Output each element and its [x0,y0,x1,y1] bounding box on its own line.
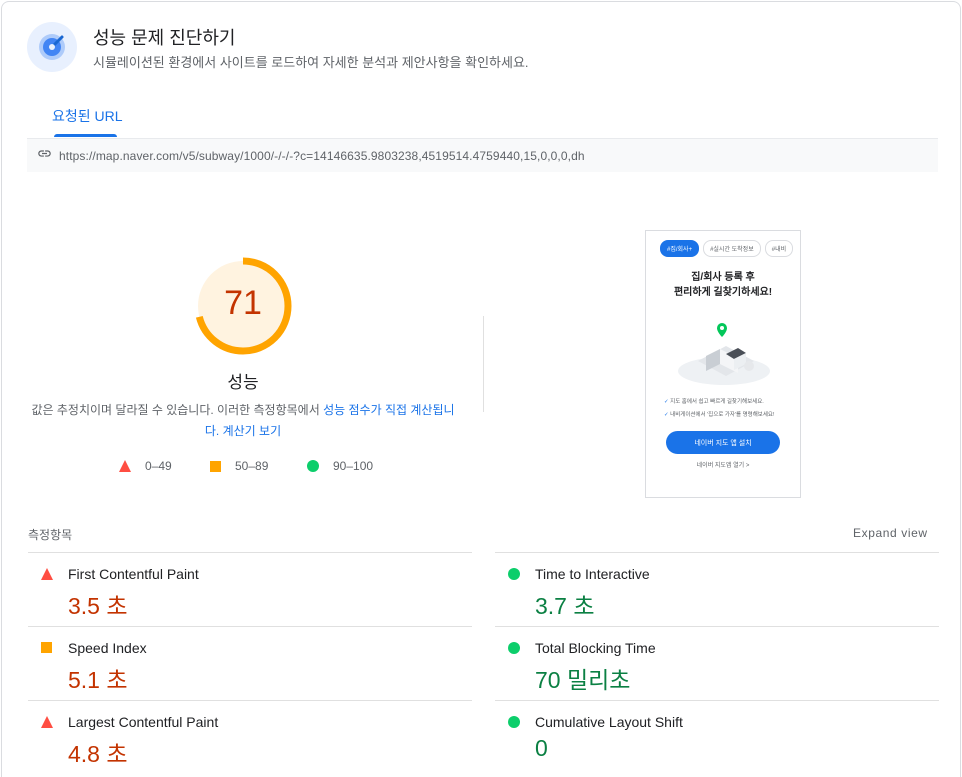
metric-name: First Contentful Paint [68,566,199,582]
screenshot-check-item: ✓ 지도 홈에서 쉽고 빠르게 길찾기해보세요. [664,399,764,405]
screenshot-check-text: 지도 홈에서 쉽고 빠르게 길찾기해보세요. [670,399,764,405]
legend-average-range: 50–89 [235,459,269,473]
legend-fail: 0–49 [119,459,172,473]
active-tab-indicator [54,134,117,137]
screenshot-install-button: 네이버 지도 앱 설치 [666,431,780,454]
metrics-title: 측정항목 [28,528,73,542]
page-title: 성능 문제 진단하기 [93,28,236,48]
metric-value: 3.7 초 [535,593,595,619]
screenshot-check-item: ✓ 내비게이션에서 '집으로 가자'를 명령해보세요! [664,412,775,418]
red-triangle-icon [41,568,53,580]
screenshot-chip: #실시간 도착정보 [703,240,761,257]
metric-value: 5.1 초 [68,667,128,693]
screenshot-check-text: 내비게이션에서 '집으로 가자'를 명령해보세요! [670,412,775,418]
orange-square-icon [41,642,52,653]
performance-score-label: 성능 [227,373,259,392]
link-icon [37,146,52,166]
screenshot-checklist: ✓ 지도 홈에서 쉽고 빠르게 길찾기해보세요. ✓ 내비게이션에서 '집으로 … [646,396,800,422]
legend-average: 50–89 [210,459,268,473]
metric-value: 0 [535,735,548,761]
expand-view-toggle[interactable]: Expand view [853,526,928,540]
screenshot-chips: #집/회사+ #실시간 도착정보 #내비 [646,231,800,257]
map-illustration-image [678,323,770,385]
green-circle-icon [508,642,520,654]
metric-value: 70 밀리초 [535,667,631,693]
screenshot-headline-line: 편리하게 길찾기하세요! [673,287,773,298]
metric-name: Time to Interactive [535,566,650,582]
metric-largest-contentful-paint: Largest Contentful Paint 4.8 초 [28,700,472,774]
metric-name: Largest Contentful Paint [68,714,219,730]
orange-square-icon [210,460,221,472]
red-triangle-icon [119,460,131,472]
header: 성능 문제 진단하기 시뮬레이션된 환경에서 사이트를 로드하여 자세한 분석과… [27,22,529,72]
metric-value: 3.5 초 [68,593,128,619]
score-description-text: 값은 추정치이며 달라질 수 있습니다. 이러한 측정항목에서 [31,403,324,417]
legend-pass: 90–100 [307,459,373,473]
metric-total-blocking-time: Total Blocking Time 70 밀리초 [495,626,939,700]
green-circle-icon [307,460,319,472]
metrics-column-right: Time to Interactive 3.7 초 Total Blocking… [495,552,939,774]
calculator-link[interactable]: 계산기 보기 [223,424,282,438]
url-bar: https://map.naver.com/v5/subway/1000/-/-… [27,138,938,172]
divider [483,316,484,412]
metric-name: Cumulative Layout Shift [535,714,683,730]
metric-time-to-interactive: Time to Interactive 3.7 초 [495,552,939,626]
performance-score-value: 71 [224,284,262,322]
metric-first-contentful-paint: First Contentful Paint 3.5 초 [28,552,472,626]
tab-requested-url[interactable]: 요청된 URL [52,106,123,126]
analyzed-url[interactable]: https://map.naver.com/v5/subway/1000/-/-… [59,149,585,163]
screenshot-open-link: 네이버 지도앱 열기 > [696,463,750,469]
metric-value: 4.8 초 [68,741,128,767]
metric-cumulative-layout-shift: Cumulative Layout Shift 0 [495,700,939,774]
screenshot-chip: #내비 [764,240,794,257]
metric-name: Total Blocking Time [535,640,656,656]
screenshot-headline: 집/회사 등록 후 편리하게 길찾기하세요! [646,270,800,300]
metrics-column-left: First Contentful Paint 3.5 초 Speed Index… [28,552,472,774]
page-screenshot: #집/회사+ #실시간 도착정보 #내비 집/회사 등록 후 편리하게 길찾기하… [645,230,801,498]
metric-name: Speed Index [68,640,147,656]
screenshot-headline-line: 집/회사 등록 후 [691,272,755,283]
score-description: 값은 추정치이며 달라질 수 있습니다. 이러한 측정항목에서 성능 점수가 직… [30,400,456,442]
performance-gauge-icon [27,22,77,72]
legend-pass-range: 90–100 [333,459,374,473]
red-triangle-icon [41,716,53,728]
green-circle-icon [508,568,520,580]
legend-fail-range: 0–49 [145,459,172,473]
page-subtitle: 시뮬레이션된 환경에서 사이트를 로드하여 자세한 분석과 제안사항을 확인하세… [93,55,529,70]
metric-speed-index: Speed Index 5.1 초 [28,626,472,700]
screenshot-install-label: 네이버 지도 앱 설치 [694,439,752,447]
screenshot-chip: #집/회사+ [660,240,700,257]
green-circle-icon [508,716,520,728]
